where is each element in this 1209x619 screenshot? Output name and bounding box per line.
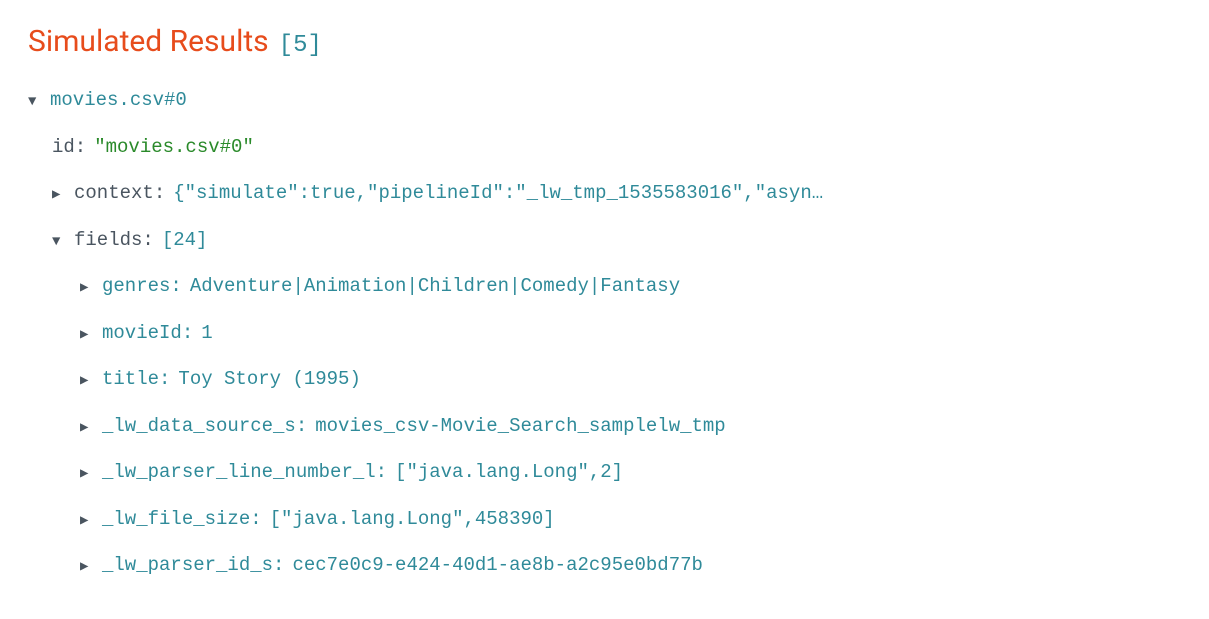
tree-row-field[interactable]: ▶ _lw_data_source_s: movies_csv-Movie_Sear… [28,403,1181,450]
disclosure-closed-icon[interactable]: ▶ [80,371,94,392]
field-value: ["java.lang.Long",458390] [270,505,555,534]
context-key: context: [74,179,165,208]
heading-count: [5] [279,32,322,59]
field-key: _lw_parser_line_number_l: [102,458,387,487]
fields-container: ▶ genres: Adventure|Animation|Children|Com… [28,263,1181,589]
tree-row-context[interactable]: ▶ context: {"simulate":true,"pipelineId"… [28,170,1181,217]
field-value: cec7e0c9-e424-40d1-ae8b-a2c95e0bd77b [292,551,702,580]
tree-row-field[interactable]: ▶ _lw_parser_line_number_l: ["java.lang.Lo… [28,449,1181,496]
disclosure-closed-icon[interactable]: ▶ [80,418,94,439]
tree-row-field[interactable]: ▶ title: Toy Story (1995) [28,356,1181,403]
fields-count: [24] [162,226,208,255]
field-key: _lw_file_size: [102,505,262,534]
tree-row-result[interactable]: ▼ movies.csv#0 [28,77,1181,124]
section-heading: Simulated Results [5] [28,24,1181,59]
field-key: _lw_data_source_s: [102,412,307,441]
id-key: id: [52,133,86,162]
field-value: Adventure|Animation|Children|Comedy|Fant… [190,272,680,301]
field-key: _lw_parser_id_s: [102,551,284,580]
tree-row-fields[interactable]: ▼ fields: [24] [28,217,1181,264]
field-key: title: [102,365,170,394]
tree-row-field[interactable]: ▶ _lw_parser_id_s: cec7e0c9-e424-40d1-ae8b… [28,542,1181,589]
result-label: movies.csv#0 [50,86,187,115]
field-value: ["java.lang.Long",2] [395,458,623,487]
disclosure-closed-icon[interactable]: ▶ [80,278,94,299]
tree-row-field[interactable]: ▶ movieId: 1 [28,310,1181,357]
disclosure-closed-icon[interactable]: ▶ [80,325,94,346]
disclosure-open-icon[interactable]: ▼ [28,92,42,113]
results-tree: ▼ movies.csv#0 id: "movies.csv#0" ▶ cont… [28,77,1181,589]
field-value: movies_csv-Movie_Search_samplelw_tmp [315,412,725,441]
disclosure-closed-icon[interactable]: ▶ [80,557,94,578]
id-value: "movies.csv#0" [94,133,254,162]
field-value: 1 [201,319,212,348]
context-preview: {"simulate":true,"pipelineId":"_lw_tmp_1… [173,179,823,208]
fields-key: fields: [74,226,154,255]
disclosure-closed-icon[interactable]: ▶ [80,464,94,485]
tree-row-field[interactable]: ▶ _lw_file_size: ["java.lang.Long",458390] [28,496,1181,543]
disclosure-closed-icon[interactable]: ▶ [80,511,94,532]
tree-row-field[interactable]: ▶ genres: Adventure|Animation|Children|Com… [28,263,1181,310]
field-key: genres: [102,272,182,301]
heading-title: Simulated Results [28,24,269,59]
disclosure-open-icon[interactable]: ▼ [52,232,66,253]
disclosure-closed-icon[interactable]: ▶ [52,185,66,206]
field-value: Toy Story (1995) [178,365,360,394]
tree-row-id: id: "movies.csv#0" [28,124,1181,171]
field-key: movieId: [102,319,193,348]
